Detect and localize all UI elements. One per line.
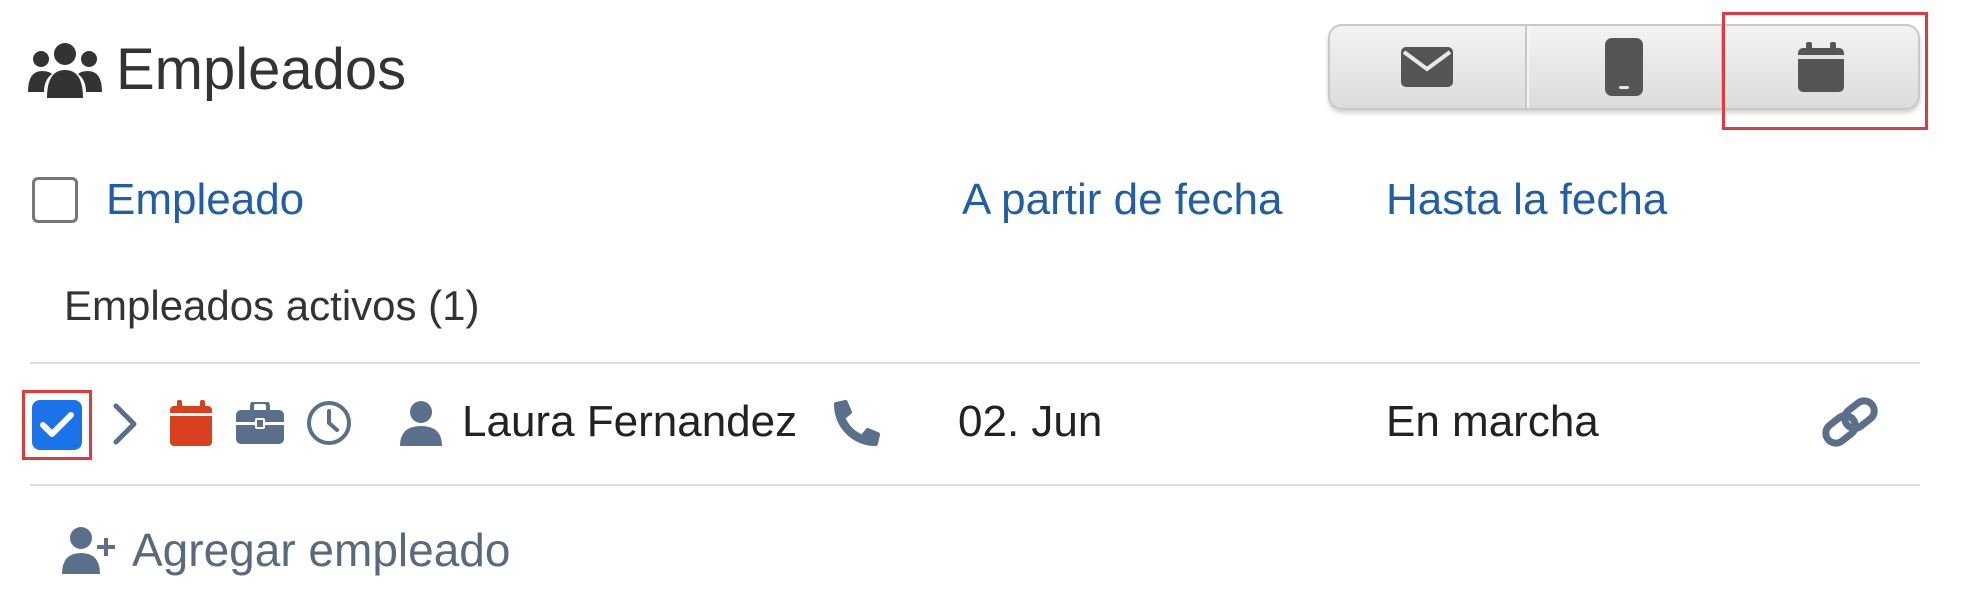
user-plus-icon [62,527,115,574]
envelope-icon [1401,47,1454,87]
calendar-button[interactable] [1721,26,1918,108]
divider [30,484,1920,486]
row-checkbox[interactable] [32,400,82,450]
phone-icon[interactable] [834,400,880,446]
users-icon [28,43,102,98]
group-label-active: Empleados activos (1) [64,282,480,329]
calendar-icon[interactable] [170,400,212,446]
add-employee-label: Agregar empleado [132,524,511,576]
checkmark-icon [40,412,74,437]
mobile-phone-icon [1605,38,1643,96]
calendar-icon [1797,42,1844,92]
mobile-button[interactable] [1524,26,1722,108]
briefcase-icon[interactable] [236,402,284,444]
clock-icon[interactable] [306,400,352,446]
chevron-right-icon[interactable] [112,402,138,446]
column-header-to-date[interactable]: Hasta la fecha [1386,170,1667,230]
page-title: Empleados [116,37,407,102]
column-header-from-date[interactable]: A partir de fecha [962,170,1282,230]
email-button[interactable] [1330,26,1525,108]
add-employee-button[interactable]: Agregar empleado [62,520,510,580]
from-date-value: 02. Jun [958,397,1103,446]
column-header-employee[interactable]: Empleado [106,170,304,230]
user-icon [400,401,442,446]
to-date-value: En marcha [1386,397,1599,446]
link-icon[interactable] [1820,396,1880,448]
contact-button-group [1328,24,1920,110]
employee-name[interactable]: Laura Fernandez [462,392,797,452]
divider [30,362,1920,364]
select-all-checkbox[interactable] [32,177,78,223]
